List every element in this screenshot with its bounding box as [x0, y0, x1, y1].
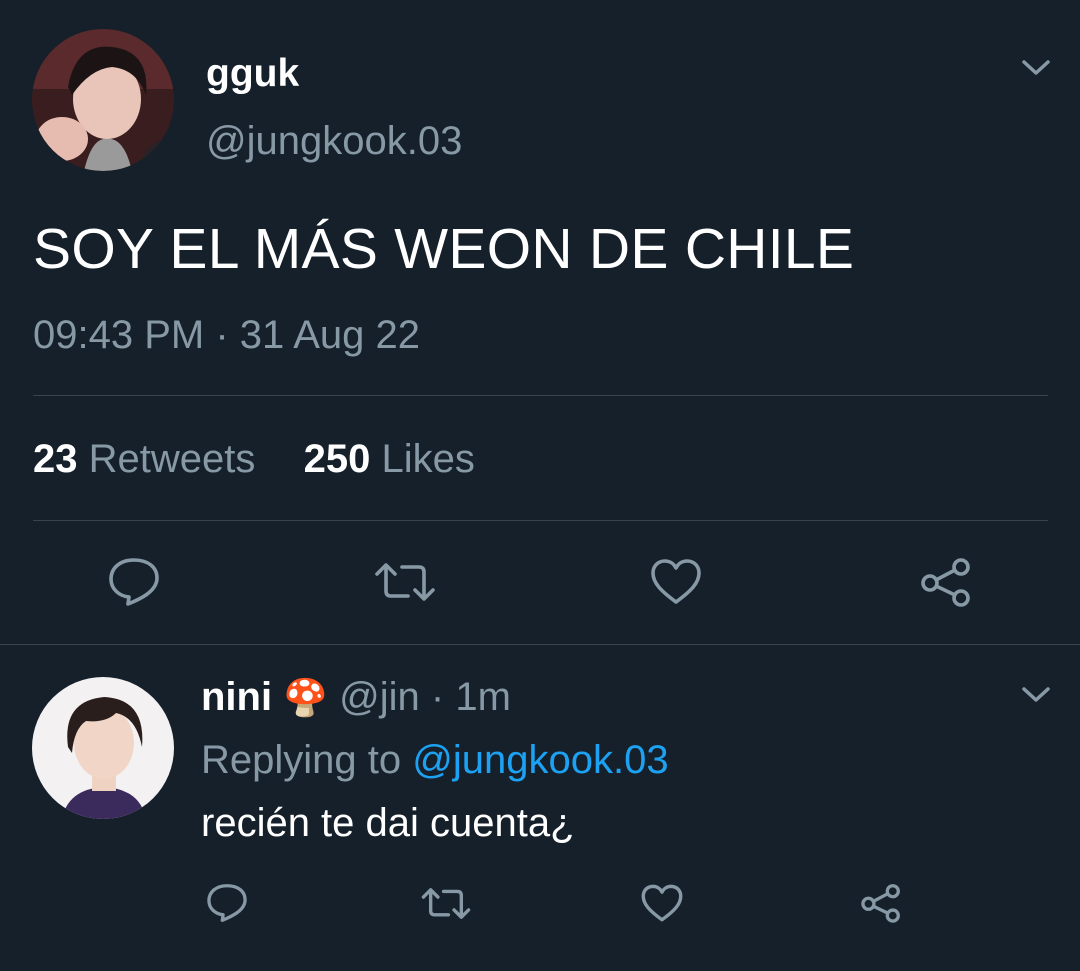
likes-stat[interactable]: 250 Likes — [304, 437, 475, 481]
author-display-name[interactable]: gguk — [206, 52, 299, 96]
retweets-count: 23 — [33, 437, 78, 481]
share-button[interactable] — [859, 882, 903, 924]
reply-icon — [109, 558, 159, 606]
reply-header: nini 🍄 @jin · 1m — [201, 675, 511, 720]
tweet-text: SOY EL MÁS WEON DE CHILE — [33, 217, 855, 281]
retweet-icon — [375, 563, 435, 601]
retweet-button[interactable] — [374, 558, 436, 606]
share-icon — [861, 884, 900, 923]
reply-time[interactable]: 1m — [455, 675, 511, 719]
like-icon — [641, 884, 683, 922]
reply-icon — [207, 884, 247, 922]
like-button[interactable] — [640, 883, 684, 924]
tweet-stats: 23 Retweets 250 Likes — [33, 437, 475, 482]
like-button[interactable] — [649, 557, 703, 607]
tweet-date: 31 Aug 22 — [239, 313, 420, 357]
reply-display-name[interactable]: nini — [201, 675, 272, 719]
avatar-photo — [32, 677, 174, 819]
like-icon — [651, 559, 701, 604]
divider — [33, 395, 1048, 396]
likes-count: 250 — [303, 437, 371, 481]
reply-handle[interactable]: @jin — [339, 675, 420, 719]
reply-separator: · — [430, 675, 445, 719]
share-button[interactable] — [918, 556, 974, 608]
divider — [33, 520, 1048, 521]
mushroom-emoji-icon: 🍄 — [283, 677, 329, 718]
divider — [0, 644, 1080, 645]
replying-to-handle[interactable]: @jungkook.03 — [412, 738, 668, 782]
chevron-down-icon[interactable] — [1019, 684, 1053, 706]
retweet-icon — [421, 888, 471, 919]
author-handle[interactable]: @jungkook.03 — [206, 119, 462, 164]
likes-label: Likes — [381, 437, 475, 481]
timestamp-separator: · — [215, 313, 229, 357]
reply-text: recién te dai cuenta¿ — [201, 801, 575, 845]
retweets-label: Retweets — [88, 437, 256, 481]
reply-button[interactable] — [205, 882, 249, 924]
avatar-photo — [32, 29, 174, 171]
author-avatar[interactable] — [32, 29, 174, 171]
tweet-timestamp[interactable]: 09:43 PM · 31 Aug 22 — [33, 313, 420, 358]
reply-author-avatar[interactable] — [32, 677, 174, 819]
chevron-down-icon[interactable] — [1019, 57, 1053, 79]
retweet-button[interactable] — [421, 884, 471, 923]
tweet-time: 09:43 PM — [33, 313, 205, 357]
share-icon — [921, 558, 970, 607]
retweets-stat[interactable]: 23 Retweets — [33, 437, 255, 481]
replying-prefix: Replying to — [201, 738, 402, 782]
replying-to: Replying to @jungkook.03 — [201, 738, 669, 783]
reply-button[interactable] — [106, 556, 162, 608]
